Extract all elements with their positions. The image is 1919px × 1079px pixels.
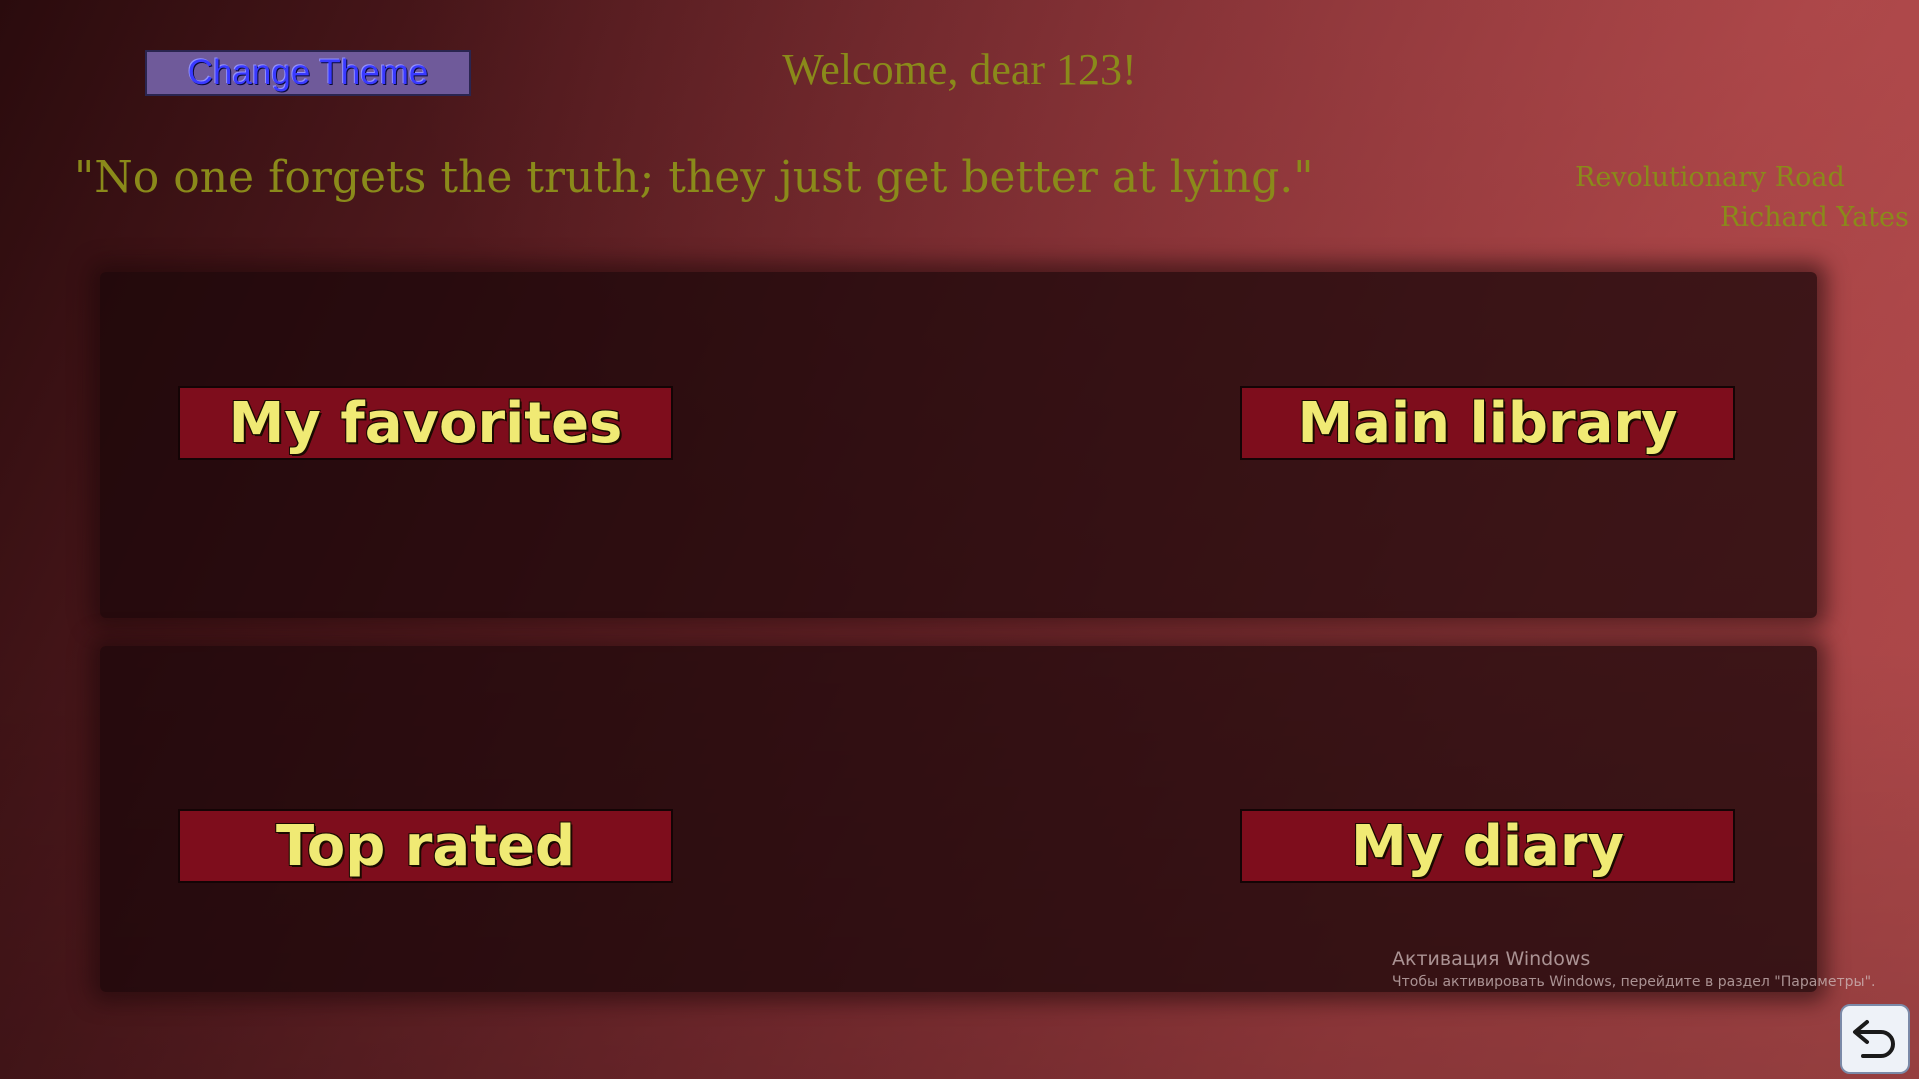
- quote-book-title: Revolutionary Road: [1575, 162, 1845, 193]
- activation-text: Чтобы активировать Windows, перейдите в …: [1392, 974, 1876, 990]
- top-rated-button[interactable]: Top rated: [178, 809, 673, 883]
- quote-text: "No one forgets the truth; they just get…: [74, 152, 1314, 203]
- welcome-message: Welcome, dear 123!: [782, 45, 1137, 94]
- undo-arrow-icon: [1849, 1012, 1901, 1067]
- quote-author: Richard Yates: [1720, 202, 1909, 233]
- back-button[interactable]: [1840, 1004, 1910, 1074]
- main-library-button[interactable]: Main library: [1240, 386, 1735, 460]
- my-favorites-button[interactable]: My favorites: [178, 386, 673, 460]
- activation-title: Активация Windows: [1392, 948, 1591, 970]
- my-diary-button[interactable]: My diary: [1240, 809, 1735, 883]
- windows-activation-watermark: Активация Windows Чтобы активировать Win…: [1392, 948, 1875, 990]
